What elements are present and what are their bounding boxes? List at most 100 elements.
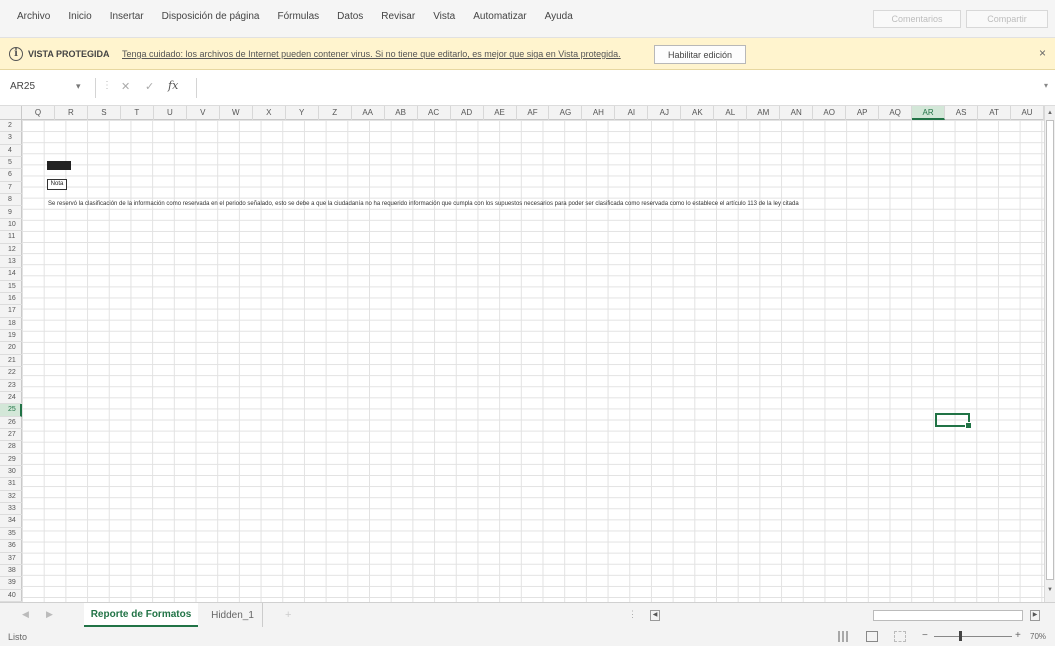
menu-tab-item[interactable]: Vista [424,11,464,22]
scroll-right-icon[interactable]: ▶ [1030,610,1040,621]
column-header[interactable]: U [154,106,187,120]
column-header[interactable]: AJ [648,106,682,120]
row-header[interactable]: 16 [0,293,22,306]
column-header[interactable]: R [55,106,88,120]
next-sheet-icon[interactable]: ▶ [46,609,53,620]
menu-tab-item[interactable]: Disposición de página [153,11,269,22]
row-header[interactable]: 18 [0,318,22,331]
column-header[interactable]: Q [22,106,55,120]
column-header[interactable]: AH [582,106,616,120]
row-header[interactable]: 38 [0,565,22,578]
row-header[interactable]: 12 [0,244,22,256]
row-header[interactable]: 23 [0,380,22,392]
scroll-down-icon[interactable]: ▼ [1047,587,1053,593]
column-header[interactable]: AO [813,106,847,120]
row-header[interactable]: 14 [0,268,22,281]
column-header[interactable]: W [220,106,253,120]
zoom-level[interactable]: 70% [1030,632,1046,641]
row-header[interactable]: 32 [0,491,22,504]
comments-button[interactable]: Comentarios [873,10,961,28]
normal-view-icon[interactable] [838,631,850,642]
chevron-down-icon[interactable]: ▾ [76,81,81,92]
column-header[interactable]: AL [714,106,748,120]
name-box[interactable]: AR25 ▾ [6,78,96,98]
page-layout-view-icon[interactable] [866,631,878,642]
row-header[interactable]: 9 [0,207,22,219]
column-header[interactable]: AC [418,106,451,120]
menu-tab-item[interactable]: Automatizar [464,11,535,22]
column-header[interactable]: AQ [879,106,913,120]
cell-area[interactable]: Nota Se reservó la clasificación de la i… [22,120,1044,602]
page-break-view-icon[interactable] [894,631,906,642]
menu-tab-item[interactable]: Revisar [372,11,424,22]
row-header[interactable]: 3 [0,132,22,145]
column-header[interactable]: AR [912,106,946,120]
row-header[interactable]: 8 [0,194,22,207]
row-header[interactable]: 24 [0,392,22,405]
row-header[interactable]: 17 [0,305,22,318]
column-header[interactable]: AP [846,106,880,120]
row-header[interactable]: 35 [0,528,22,541]
row-header[interactable]: 25 [0,404,22,417]
row-header[interactable]: 13 [0,256,22,269]
row-header[interactable]: 11 [0,231,22,244]
column-header[interactable]: X [253,106,286,120]
column-header[interactable]: Z [319,106,352,120]
row-header[interactable]: 10 [0,219,22,232]
active-cell-selection[interactable] [935,413,972,429]
column-header[interactable]: AM [747,106,781,120]
share-button[interactable]: Compartir [966,10,1048,28]
add-sheet-icon[interactable]: + [285,609,291,621]
nota-cell[interactable]: Nota [47,179,67,190]
row-header[interactable]: 30 [0,466,22,479]
column-header[interactable]: T [121,106,154,120]
row-header[interactable]: 28 [0,441,22,454]
column-header[interactable]: AK [681,106,715,120]
column-header[interactable]: AS [945,106,979,120]
row-header[interactable]: 19 [0,330,22,343]
tab-splitter-icon[interactable]: ⋮ [628,609,637,620]
row-header[interactable]: 5 [0,157,22,170]
row-header[interactable]: 6 [0,169,22,182]
menu-tab-item[interactable]: Datos [328,11,372,22]
column-header[interactable]: AU [1011,106,1044,120]
column-header[interactable]: AD [451,106,484,120]
sheet-tab-reporte-de-formatos[interactable]: Reporte de Formatos [84,603,198,627]
row-header[interactable]: 21 [0,355,22,368]
row-header[interactable]: 34 [0,515,22,528]
prev-sheet-icon[interactable]: ◀ [22,609,29,620]
column-header[interactable]: AE [484,106,517,120]
row-header[interactable]: 36 [0,540,22,553]
row-header[interactable]: 31 [0,478,22,491]
vertical-scrollbar[interactable]: ▲ ▼ [1044,106,1055,602]
sheet-tab-hidden-1[interactable]: Hidden_1 [203,603,263,627]
protected-view-message[interactable]: Tenga cuidado: los archivos de Internet … [122,49,621,59]
row-header[interactable]: 2 [0,120,22,133]
row-header[interactable]: 26 [0,417,22,429]
filled-cell[interactable] [47,161,71,170]
row-header[interactable]: 33 [0,503,22,516]
check-icon[interactable]: ✓ [145,80,154,93]
column-header[interactable]: AA [352,106,385,120]
column-header[interactable]: AT [978,106,1012,120]
row-header[interactable]: 29 [0,454,22,467]
zoom-slider[interactable] [934,636,1012,637]
column-header[interactable]: AG [549,106,583,120]
row-header[interactable]: 37 [0,553,22,565]
column-header[interactable]: Y [286,106,319,120]
formula-input[interactable] [196,78,1044,98]
scroll-left-icon[interactable]: ◀ [650,610,660,621]
note-text-cell[interactable]: Se reservó la clasificación de la inform… [48,201,799,207]
column-header[interactable]: AN [780,106,814,120]
column-header[interactable]: V [187,106,220,120]
horizontal-scrollbar[interactable] [873,610,1023,621]
insert-function-icon[interactable]: fx [168,79,178,92]
row-header[interactable]: 15 [0,281,22,293]
row-header[interactable]: 22 [0,367,22,380]
scroll-thumb[interactable] [1046,120,1054,580]
zoom-in-icon[interactable]: + [1015,630,1021,641]
menu-tab-item[interactable]: Insertar [101,11,153,22]
select-all-corner[interactable] [0,106,22,120]
menu-tab-item[interactable]: Fórmulas [268,11,328,22]
close-icon[interactable]: × [1039,46,1046,60]
